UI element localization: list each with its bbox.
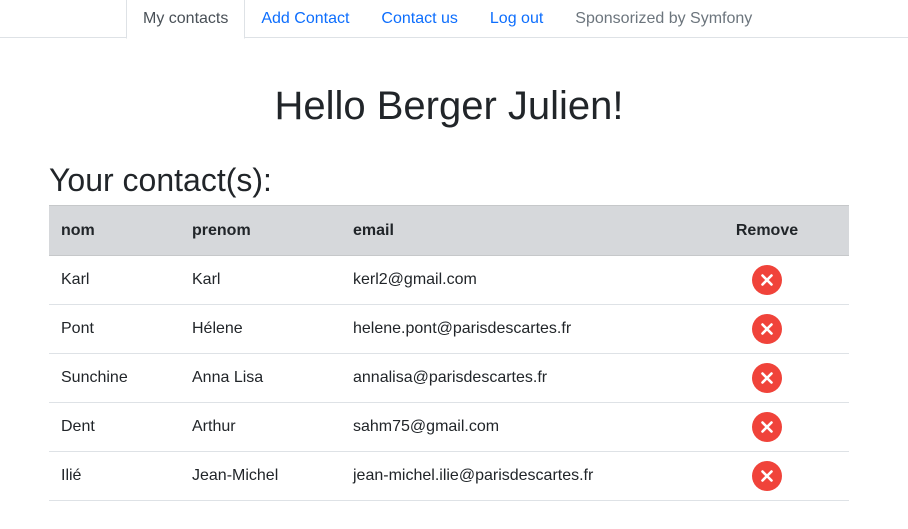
cell-nom: Ilié	[49, 451, 180, 501]
table-row: Dent Arthur sahm75@gmail.com	[49, 402, 849, 452]
tab-sponsorized: Sponsorized by Symfony	[575, 10, 753, 27]
cell-remove	[685, 353, 849, 403]
cell-email: kerl2@gmail.com	[341, 255, 685, 305]
cell-nom: Pont	[49, 304, 180, 354]
contacts-heading: Your contact(s):	[49, 162, 272, 198]
cell-email: annalisa@parisdescartes.fr	[341, 353, 685, 403]
table-row: Pont Hélene helene.pont@parisdescartes.f…	[49, 304, 849, 354]
cell-nom: Dent	[49, 402, 180, 452]
cell-prenom: Arthur	[180, 402, 341, 452]
cell-nom: Sunchine	[49, 353, 180, 403]
remove-contact-button[interactable]	[752, 461, 782, 491]
cell-email: jean-michel.ilie@parisdescartes.fr	[341, 451, 685, 501]
remove-contact-button[interactable]	[752, 363, 782, 393]
header-remove: Remove	[685, 205, 849, 256]
cell-email: helene.pont@parisdescartes.fr	[341, 304, 685, 354]
close-icon	[761, 323, 773, 335]
cell-remove	[685, 451, 849, 501]
table-row: Sunchine Anna Lisa annalisa@parisdescart…	[49, 353, 849, 403]
nav-tabs: My contacts Add Contact Contact us Log o…	[126, 0, 768, 39]
remove-contact-button[interactable]	[752, 265, 782, 295]
cell-remove	[685, 402, 849, 452]
close-icon	[761, 470, 773, 482]
cell-prenom: Jean-Michel	[180, 451, 341, 501]
contacts-table: nom prenom email Remove Karl Karl kerl2@…	[49, 205, 849, 501]
table-row: Ilié Jean-Michel jean-michel.ilie@parisd…	[49, 451, 849, 501]
cell-prenom: Karl	[180, 255, 341, 305]
remove-contact-button[interactable]	[752, 314, 782, 344]
top-nav: My contacts Add Contact Contact us Log o…	[0, 0, 908, 39]
cell-nom: Karl	[49, 255, 180, 305]
page-title: Hello Berger Julien!	[274, 84, 624, 128]
cell-email: sahm75@gmail.com	[341, 402, 685, 452]
tab-add-contact[interactable]: Add Contact	[245, 0, 365, 39]
tab-log-out[interactable]: Log out	[474, 0, 559, 39]
table-header-row: nom prenom email Remove	[49, 205, 849, 256]
close-icon	[761, 274, 773, 286]
cell-remove	[685, 304, 849, 354]
close-icon	[761, 421, 773, 433]
remove-contact-button[interactable]	[752, 412, 782, 442]
cell-prenom: Anna Lisa	[180, 353, 341, 403]
cell-remove	[685, 255, 849, 305]
table-row: Karl Karl kerl2@gmail.com	[49, 255, 849, 305]
header-nom: nom	[49, 205, 180, 256]
tab-my-contacts[interactable]: My contacts	[126, 0, 246, 39]
cell-prenom: Hélene	[180, 304, 341, 354]
tab-contact-us[interactable]: Contact us	[365, 0, 473, 39]
header-email: email	[341, 205, 685, 256]
close-icon	[761, 372, 773, 384]
header-prenom: prenom	[180, 205, 341, 256]
